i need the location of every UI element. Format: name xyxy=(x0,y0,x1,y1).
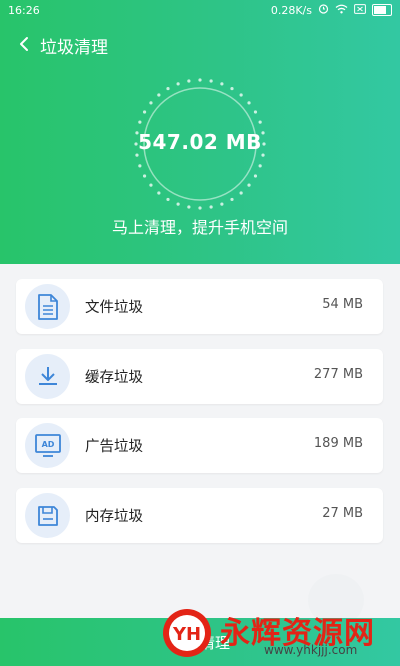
watermark: YH 永辉资源网 www.yhkjjj.com xyxy=(160,600,396,664)
network-speed: 0.28K/s xyxy=(270,3,312,17)
ring-dot xyxy=(149,183,153,187)
ring-dot xyxy=(157,191,161,195)
ring-dot xyxy=(142,174,147,178)
list-item-size: 277 MB xyxy=(313,367,363,382)
ring-dot xyxy=(230,197,234,202)
ring-dot xyxy=(239,191,243,195)
ring-dot xyxy=(176,82,180,86)
ring-dot xyxy=(253,110,258,114)
ring-dot xyxy=(258,120,262,124)
alarm-icon xyxy=(318,3,329,17)
ring-dot xyxy=(142,110,147,114)
ring-dot xyxy=(166,86,170,91)
ring-dot xyxy=(138,164,142,168)
status-bar: 16:26 0.28K/s xyxy=(0,0,400,22)
ring-dot xyxy=(247,183,251,187)
list-item-label: 广告垃圾 xyxy=(85,439,143,455)
battery-icon xyxy=(372,4,392,16)
status-indicators: 0.28K/s xyxy=(271,3,392,17)
ring-dot xyxy=(220,202,224,206)
floppy-icon xyxy=(25,493,70,538)
list-item-cache-junk[interactable]: 缓存垃圾 277 MB xyxy=(16,349,383,404)
list-item-file-junk[interactable]: 文件垃圾 54 MB xyxy=(16,279,383,334)
back-icon[interactable] xyxy=(14,32,34,56)
download-icon xyxy=(25,354,70,399)
svg-text:YH: YH xyxy=(172,624,201,645)
app-bar: 垃圾清理 xyxy=(0,26,400,64)
ring-dot xyxy=(253,174,258,178)
ring-dot xyxy=(198,78,202,82)
ring-dot xyxy=(247,101,251,105)
list-item-ad-junk[interactable]: AD 广告垃圾 189 MB xyxy=(16,418,383,473)
junk-total-size: 547.02 MB xyxy=(138,130,262,154)
header: 16:26 0.28K/s 垃圾清理 547.02 MB 马上清理，提升手机空间 xyxy=(0,0,400,264)
list-item-size: 54 MB xyxy=(322,297,363,312)
document-icon xyxy=(25,284,70,329)
list-item-label: 内存垃圾 xyxy=(85,509,143,525)
list-item-memory-junk[interactable]: 内存垃圾 27 MB xyxy=(16,488,383,543)
ring-dot xyxy=(230,86,234,91)
ring-dot xyxy=(209,79,213,83)
ring-dot xyxy=(187,205,191,209)
list-item-label: 缓存垃圾 xyxy=(85,370,143,386)
list-item-size: 27 MB xyxy=(322,506,363,521)
status-time: 16:26 xyxy=(8,4,40,17)
watermark-url: www.yhkjjj.com xyxy=(264,643,358,657)
wifi-icon xyxy=(335,4,348,17)
ring-dot xyxy=(198,206,202,210)
ring-dot xyxy=(166,197,170,202)
ring-dot xyxy=(258,164,262,168)
ring-dot xyxy=(209,205,213,209)
ring-dot xyxy=(149,101,153,105)
ring-dot xyxy=(239,93,243,97)
scan-ring: 547.02 MB xyxy=(132,76,268,212)
list-item-label: 文件垃圾 xyxy=(85,300,143,316)
list-item-size: 189 MB xyxy=(313,436,363,451)
watermark-logo: YH xyxy=(163,609,211,657)
svg-text:AD: AD xyxy=(41,440,54,449)
ring-dot xyxy=(157,93,161,97)
page-title: 垃圾清理 xyxy=(40,38,108,58)
ring-dot xyxy=(138,120,142,124)
ring-dot xyxy=(187,79,191,83)
sim-icon xyxy=(354,3,366,17)
clean-slogan: 马上清理，提升手机空间 xyxy=(111,218,288,237)
ring-dot xyxy=(176,202,180,206)
ring-dot xyxy=(220,82,224,86)
ad-icon: AD xyxy=(25,423,70,468)
